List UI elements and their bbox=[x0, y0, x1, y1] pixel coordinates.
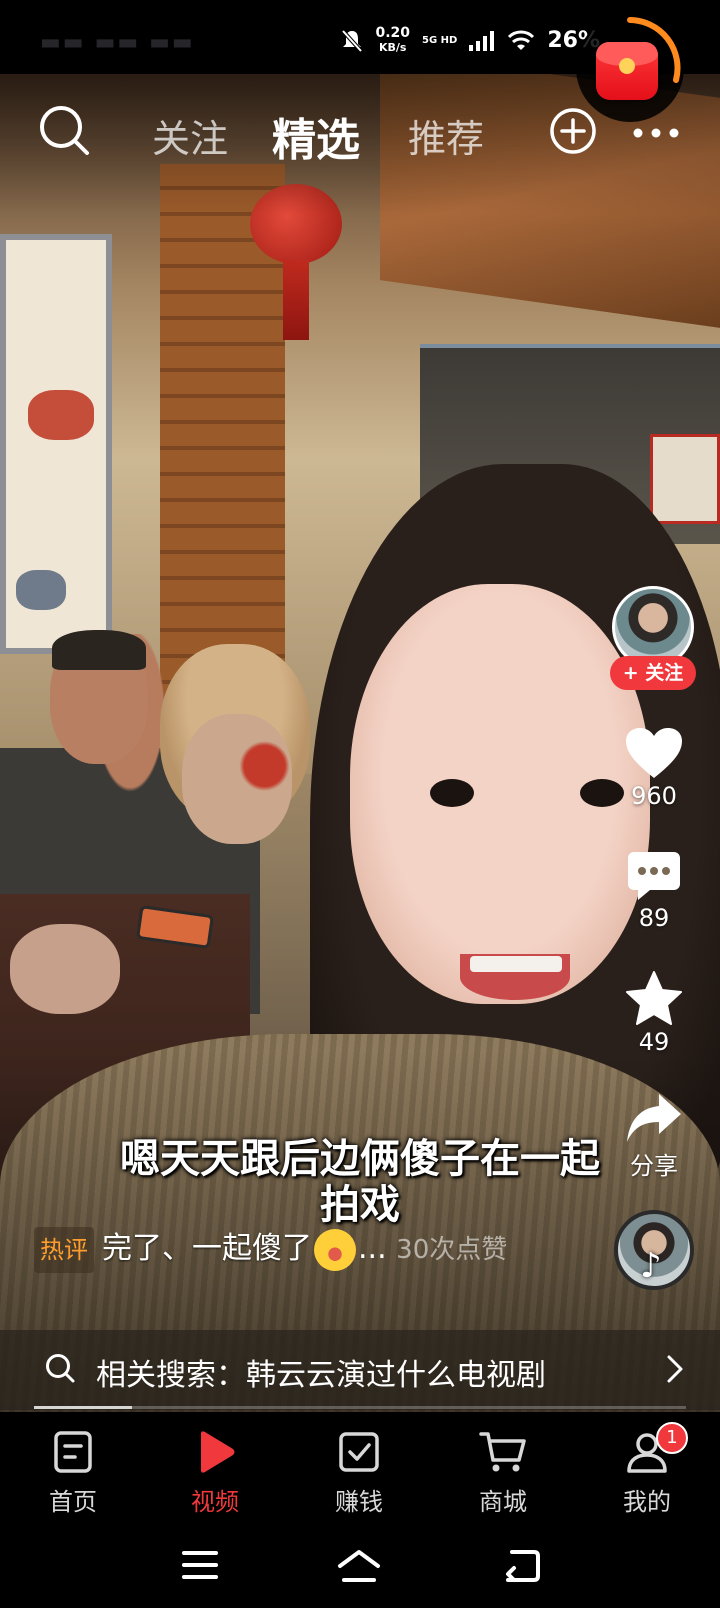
share-label: 分享 bbox=[630, 1152, 678, 1180]
menu-icon[interactable] bbox=[180, 1548, 220, 1582]
video-progress-fill bbox=[34, 1406, 132, 1409]
status-notifications: ▬▬ ▬▬ ▬▬ bbox=[40, 30, 195, 55]
video-scene-eye-left bbox=[430, 779, 474, 807]
comment-count: 89 bbox=[638, 904, 670, 932]
favorite-count: 49 bbox=[638, 1028, 670, 1056]
back-icon[interactable] bbox=[500, 1548, 542, 1584]
heart-icon bbox=[626, 728, 682, 778]
video-scene-menu-board bbox=[0, 234, 112, 654]
more-dots-icon[interactable] bbox=[632, 126, 680, 140]
tab-recommend[interactable]: 推荐 bbox=[408, 108, 484, 163]
video-scene-hand bbox=[10, 924, 120, 1014]
video-caption: 嗯天天跟后边俩傻子在一起拍戏 bbox=[120, 1136, 600, 1228]
red-packet-icon bbox=[596, 42, 658, 100]
chevron-right-icon bbox=[667, 1355, 683, 1383]
checkbox-icon bbox=[339, 1432, 379, 1472]
music-note-icon: ♪ bbox=[640, 1246, 662, 1286]
video-scene-boy-face bbox=[182, 714, 292, 844]
favorite-button[interactable]: 49 bbox=[600, 970, 708, 1056]
wifi-icon bbox=[507, 30, 535, 52]
tab-mall[interactable]: 商城 bbox=[448, 1430, 558, 1517]
tab-video[interactable]: 视频 bbox=[160, 1430, 270, 1517]
plus-circle-icon[interactable] bbox=[548, 106, 598, 156]
bottom-tab-bar: 首页 视频 赚钱 商城 1 我的 bbox=[0, 1412, 720, 1528]
search-icon bbox=[46, 1354, 75, 1383]
star-icon bbox=[626, 971, 682, 1025]
mute-icon bbox=[341, 29, 363, 53]
top-nav: 关注 精选 推荐 bbox=[0, 94, 720, 174]
tab-earn-label: 赚钱 bbox=[335, 1488, 383, 1516]
network-speed: 0.20 KB/s bbox=[375, 26, 410, 55]
hot-comment-ellipsis: ... bbox=[358, 1231, 387, 1266]
tab-follow[interactable]: 关注 bbox=[152, 108, 228, 163]
network-speed-value: 0.20 bbox=[375, 25, 410, 41]
video-scene-teeth bbox=[470, 956, 562, 972]
tab-mine[interactable]: 1 我的 bbox=[592, 1422, 702, 1517]
share-button[interactable]: 分享 bbox=[600, 1092, 708, 1181]
tab-home-label: 首页 bbox=[49, 1488, 97, 1516]
network-type: 5G HD bbox=[422, 34, 458, 46]
video-progress-bar[interactable] bbox=[34, 1406, 686, 1409]
related-search-bar[interactable]: 相关搜索：韩云云演过什么电视剧 bbox=[0, 1330, 720, 1410]
hot-comment[interactable]: 热评 完了、一起傻了... 30次点赞 bbox=[34, 1226, 594, 1273]
share-arrow-icon bbox=[627, 1094, 681, 1142]
video-scene-sign bbox=[650, 434, 720, 524]
related-search-text: 相关搜索：韩云云演过什么电视剧 bbox=[96, 1358, 546, 1393]
tab-earn[interactable]: 赚钱 bbox=[304, 1430, 414, 1517]
comment-bubble-icon bbox=[628, 852, 680, 900]
like-button[interactable]: 960 bbox=[600, 726, 708, 810]
video-scene-lantern-tassel bbox=[283, 260, 309, 340]
hot-comment-text: 完了、一起傻了 bbox=[102, 1231, 312, 1266]
cart-icon bbox=[479, 1432, 526, 1472]
follow-button[interactable]: + 关注 bbox=[610, 656, 696, 690]
play-icon bbox=[201, 1431, 235, 1473]
laughing-crying-emoji-icon bbox=[314, 1228, 356, 1271]
comment-button[interactable]: 89 bbox=[600, 850, 708, 932]
tab-mall-label: 商城 bbox=[479, 1488, 527, 1516]
network-speed-unit: KB/s bbox=[378, 41, 407, 54]
video-scene-man-hair bbox=[52, 630, 146, 670]
tab-mine-label: 我的 bbox=[623, 1488, 671, 1516]
search-icon[interactable] bbox=[36, 102, 92, 158]
home-icon[interactable] bbox=[336, 1548, 382, 1584]
like-count: 960 bbox=[631, 782, 677, 810]
signal-icon bbox=[469, 30, 495, 51]
tab-home[interactable]: 首页 bbox=[18, 1430, 128, 1517]
tab-featured[interactable]: 精选 bbox=[272, 104, 360, 168]
notification-badge: 1 bbox=[656, 1422, 688, 1454]
hot-comment-likes: 30次点赞 bbox=[396, 1235, 508, 1265]
hot-comment-tag: 热评 bbox=[34, 1226, 94, 1273]
home-doc-icon bbox=[54, 1431, 92, 1473]
tab-video-label: 视频 bbox=[191, 1488, 239, 1516]
system-nav-bar bbox=[0, 1528, 720, 1608]
